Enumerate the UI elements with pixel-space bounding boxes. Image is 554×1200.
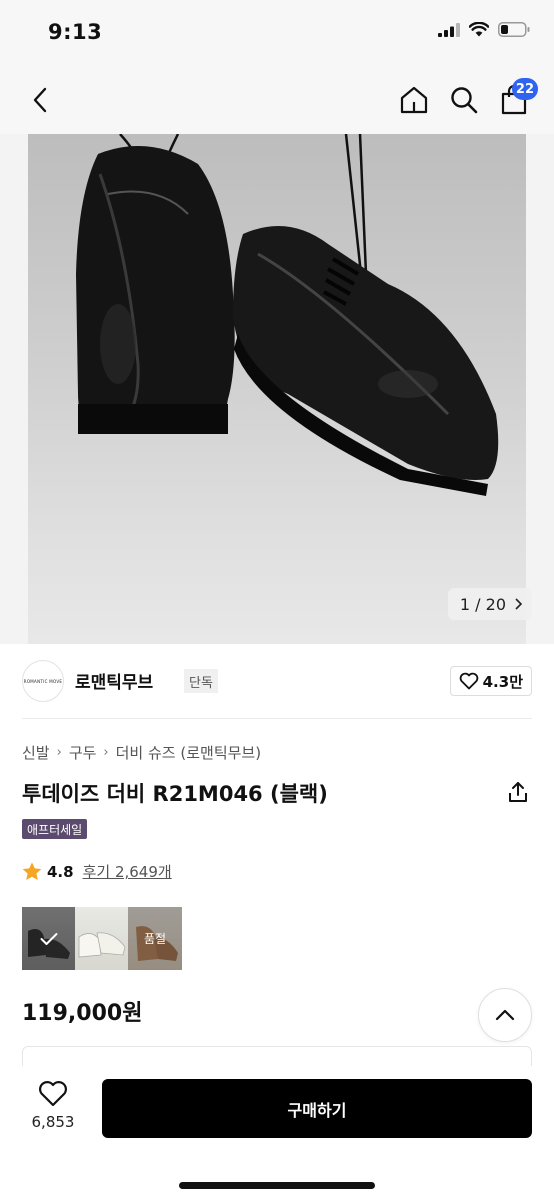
heart-icon [459, 672, 478, 690]
top-navigation: 22 [0, 66, 554, 134]
cart-button[interactable]: 22 [496, 78, 538, 120]
shoe-thumbnail-white [78, 932, 126, 958]
status-icons [438, 22, 530, 37]
heart-icon [39, 1081, 67, 1107]
product-price: 119,000원 [22, 1001, 143, 1026]
home-indicator [179, 1182, 375, 1189]
share-button[interactable] [506, 780, 530, 804]
breadcrumb-item[interactable]: 구두 [69, 742, 97, 763]
checkmark-icon [40, 932, 57, 945]
breadcrumb-item[interactable]: 신발 [22, 742, 50, 763]
home-button[interactable] [396, 80, 432, 120]
breadcrumb: 신발 › 구두 › 더비 슈즈 (로맨틱무브) [22, 742, 261, 763]
chevron-right-icon: › [56, 745, 62, 760]
status-time: 9:13 [48, 20, 103, 44]
wishlist-button[interactable]: 6,853 [24, 1080, 82, 1140]
brand-like-button[interactable]: 4.3만 [449, 666, 532, 696]
status-bar: 9:13 [0, 0, 554, 66]
rating-row: 4.8 후기 2,649개 [22, 861, 172, 882]
back-button[interactable] [22, 80, 58, 120]
brand-row: ROMANTIC MOVE 로맨틱무브 단독 4.3만 [22, 656, 532, 706]
product-image-gallery[interactable]: 1 / 20 [0, 134, 554, 644]
battery-icon [498, 22, 530, 37]
chevron-up-icon [495, 1009, 515, 1021]
nav-actions: 22 [396, 78, 538, 120]
soldout-overlay: 품절 [128, 907, 182, 970]
breadcrumb-item[interactable]: 더비 슈즈 (로맨틱무브) [116, 742, 261, 763]
soldout-label: 품절 [143, 932, 167, 946]
star-icon [22, 862, 42, 880]
scroll-to-top-button[interactable] [478, 988, 532, 1042]
color-options: 품절 [22, 907, 182, 970]
gallery-counter-button[interactable]: 1 / 20 [447, 588, 532, 620]
review-count-link[interactable]: 후기 2,649개 [83, 861, 172, 882]
search-icon [451, 87, 478, 114]
home-icon [400, 86, 428, 114]
buy-button[interactable]: 구매하기 [102, 1079, 532, 1138]
brand-like-count: 4.3만 [482, 672, 523, 691]
search-button[interactable] [446, 80, 482, 120]
cart-count-badge: 22 [511, 78, 538, 100]
wishlist-count: 6,853 [31, 1113, 75, 1131]
brand-name[interactable]: 로맨틱무브 [75, 668, 153, 693]
share-icon [509, 782, 527, 802]
exclusive-badge: 단독 [184, 669, 218, 693]
signal-icon [438, 22, 460, 37]
brand-logo[interactable]: ROMANTIC MOVE [22, 660, 64, 702]
product-photo [28, 134, 526, 644]
wifi-icon [469, 22, 489, 37]
sale-tag: 애프터세일 [22, 819, 88, 839]
option-white[interactable] [75, 907, 128, 970]
option-black[interactable] [22, 907, 75, 970]
product-title: 투데이즈 더비 R21M046 (블랙) [22, 782, 328, 806]
chevron-left-icon [33, 87, 47, 113]
chevron-right-icon: › [103, 745, 109, 760]
shoes-illustration [76, 134, 499, 496]
bottom-action-bar: 6,853 구매하기 [0, 1066, 554, 1200]
gallery-counter-text: 1 / 20 [459, 594, 506, 614]
rating-value: 4.8 [47, 862, 74, 881]
divider [22, 718, 532, 719]
chevron-right-icon [515, 598, 522, 610]
brand-logo-text: ROMANTIC MOVE [23, 678, 63, 684]
option-brown-soldout[interactable]: 품절 [128, 907, 182, 970]
selected-overlay [22, 907, 75, 970]
